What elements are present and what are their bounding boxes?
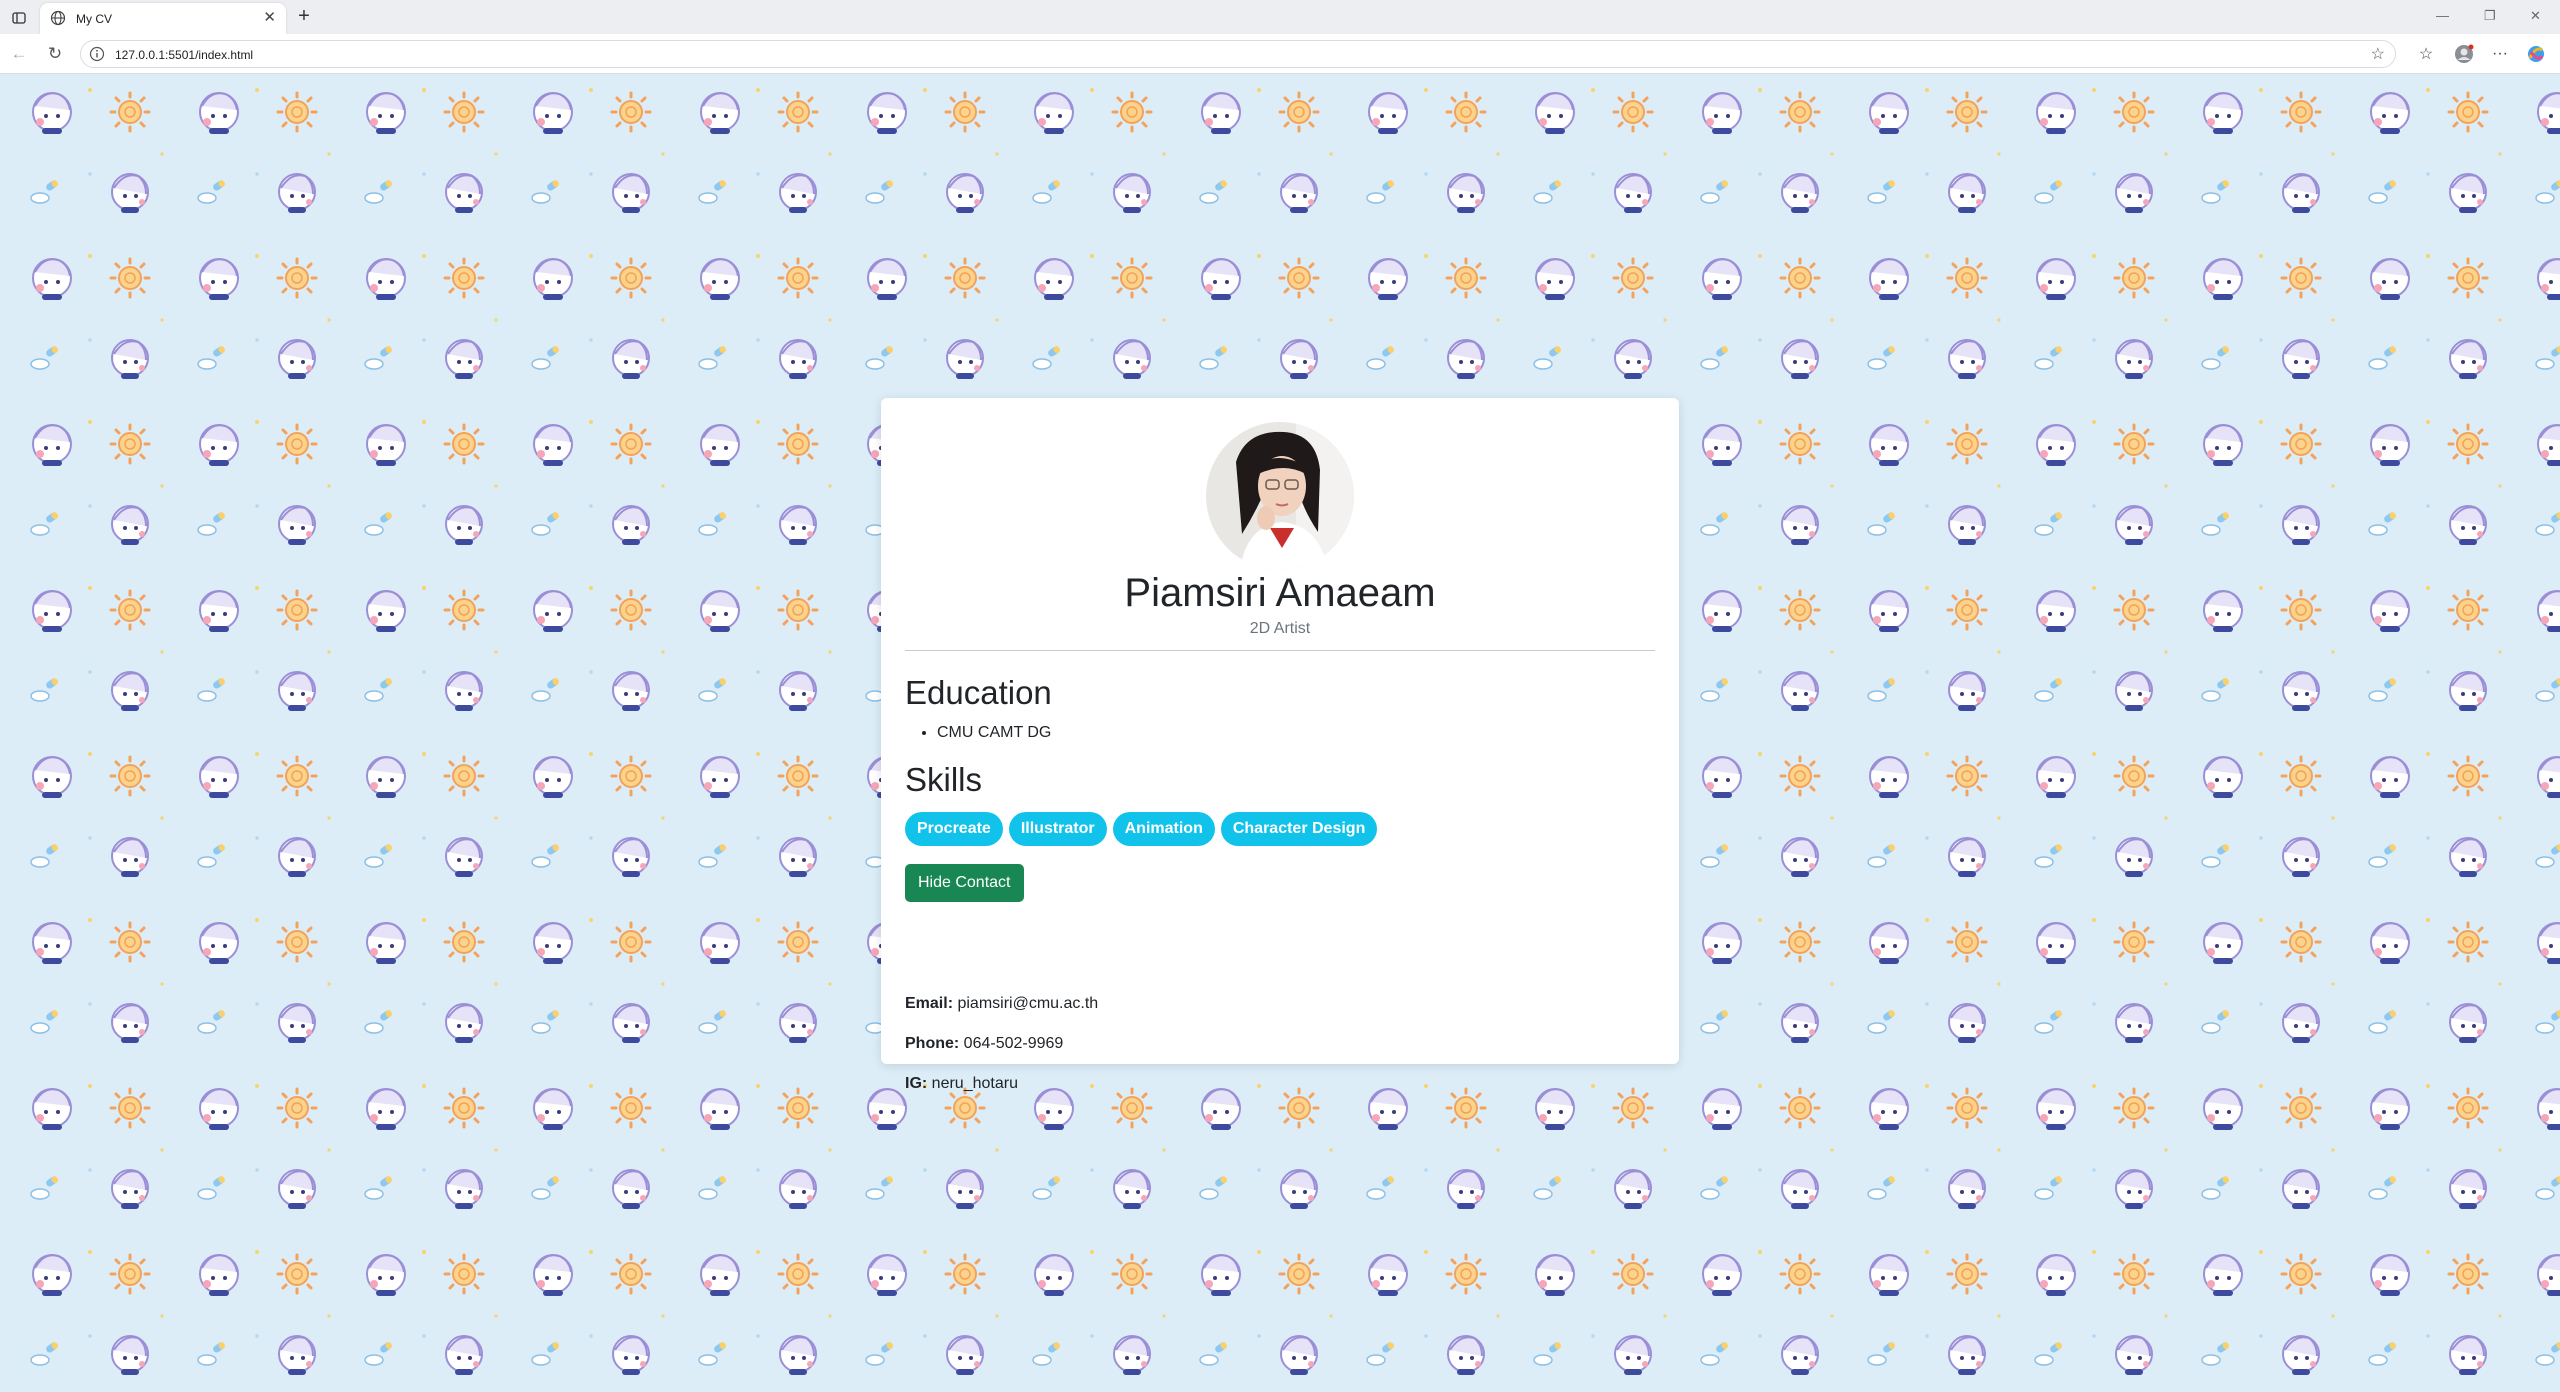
skills-list: Procreate Illustrator Animation Characte… <box>905 812 1378 846</box>
restore-icon[interactable]: ❐ <box>2484 8 2496 24</box>
back-icon[interactable]: ← <box>8 43 30 65</box>
browser-toolbar: ← ↻ 127.0.0.1:5501/index.html ☆ ☆ ··· <box>0 34 2560 74</box>
tab-bar: My CV ✕ + — ❐ ✕ <box>0 0 2560 34</box>
site-info-icon[interactable] <box>89 46 105 62</box>
copilot-icon[interactable] <box>2524 42 2548 66</box>
profile-role: 2D Artist <box>1249 620 1311 637</box>
tab-title: My CV <box>76 12 112 26</box>
profile-avatar-icon[interactable] <box>2452 42 2476 66</box>
reload-icon[interactable]: ↻ <box>44 43 66 65</box>
education-list: CMU CAMT DG <box>937 724 1051 742</box>
avatar <box>1206 422 1354 570</box>
close-tab-icon[interactable]: ✕ <box>263 9 276 27</box>
page-viewport: Piamsiri Amaeam 2D Artist Education CMU … <box>0 74 2560 1392</box>
hide-contact-button[interactable]: Hide Contact <box>905 864 1024 902</box>
profile-name: Piamsiri Amaeam <box>1124 571 1436 615</box>
minimize-icon[interactable]: — <box>2436 8 2449 23</box>
close-window-icon[interactable]: ✕ <box>2530 8 2541 24</box>
ig-value: neru_hotaru <box>931 1075 1018 1092</box>
contact-ig: IG: neru_hotaru <box>905 1075 1018 1093</box>
url-text: 127.0.0.1:5501/index.html <box>115 48 254 62</box>
email-value: piamsiri@cmu.ac.th <box>957 995 1099 1012</box>
more-options-icon[interactable]: ··· <box>2488 42 2512 66</box>
contact-phone: Phone: 064-502-9969 <box>905 1035 1063 1053</box>
cv-card: Piamsiri Amaeam 2D Artist Education CMU … <box>881 398 1679 1092</box>
education-heading: Education <box>905 674 1052 711</box>
tab-actions-icon[interactable] <box>8 7 30 29</box>
new-tab-icon[interactable]: + <box>292 5 316 29</box>
education-item: CMU CAMT DG <box>937 724 1051 742</box>
email-label: Email: <box>905 995 954 1012</box>
divider <box>905 650 1655 651</box>
favorite-star-icon[interactable]: ☆ <box>2371 44 2385 64</box>
skill-badge: Procreate <box>905 812 1003 846</box>
skill-badge: Illustrator <box>1008 812 1107 846</box>
skills-heading: Skills <box>905 761 983 798</box>
address-bar[interactable]: 127.0.0.1:5501/index.html ☆ <box>80 40 2396 68</box>
contact-email: Email: piamsiri@cmu.ac.th <box>905 995 1098 1013</box>
ig-label: IG: <box>905 1075 928 1092</box>
skill-badge: Character Design <box>1220 812 1378 846</box>
favorites-icon[interactable]: ☆ <box>2414 42 2438 66</box>
phone-value: 064-502-9969 <box>963 1035 1064 1052</box>
skill-badge: Animation <box>1112 812 1215 846</box>
browser-tab[interactable]: My CV ✕ <box>40 3 286 34</box>
globe-icon <box>50 10 66 26</box>
phone-label: Phone: <box>905 1035 960 1052</box>
